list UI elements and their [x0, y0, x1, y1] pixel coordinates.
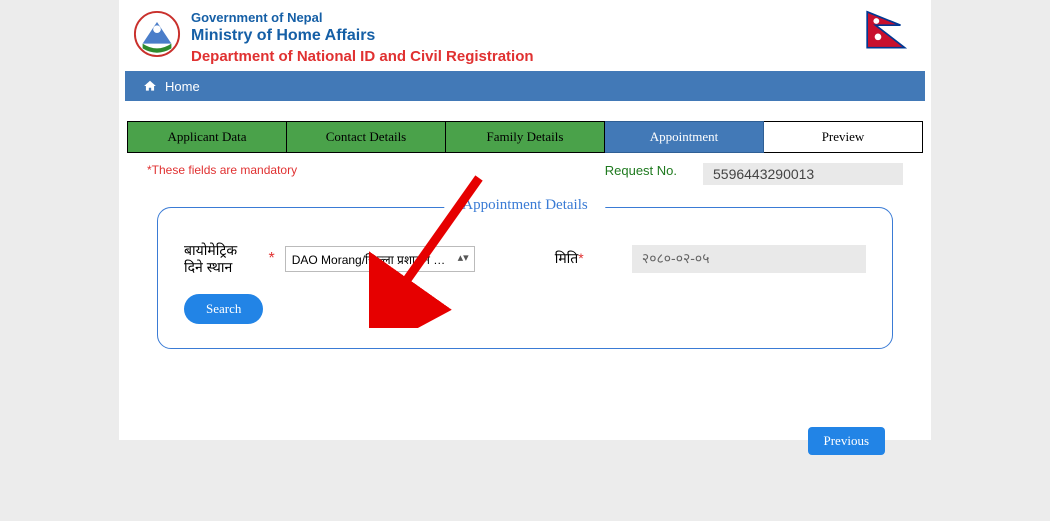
tab-appointment[interactable]: Appointment: [605, 121, 764, 153]
navbar: Home: [125, 71, 925, 101]
header-titles: Government of Nepal Ministry of Home Aff…: [191, 10, 917, 65]
date-input[interactable]: [632, 245, 866, 273]
form-row: बायोमेट्रिक दिने स्थान * DAO Morang/जिल्…: [184, 242, 866, 276]
emblem-icon: [133, 10, 181, 58]
mandatory-note: *These fields are mandatory: [147, 163, 605, 185]
nav-home[interactable]: Home: [165, 79, 200, 94]
required-star-2: *: [578, 250, 583, 266]
tab-contact-details[interactable]: Contact Details: [287, 121, 446, 153]
content: Applicant Data Contact Details Family De…: [119, 101, 931, 409]
location-select-wrap[interactable]: DAO Morang/जिल्ला प्रशासन कार्यालय ▴▾: [285, 246, 475, 272]
header: Government of Nepal Ministry of Home Aff…: [119, 0, 931, 71]
tab-preview[interactable]: Preview: [764, 121, 923, 153]
location-select[interactable]: DAO Morang/जिल्ला प्रशासन कार्यालय: [285, 246, 475, 272]
fieldset-wrap: Appointment Details बायोमेट्रिक दिने स्थ…: [127, 207, 923, 409]
bottom-bar: Previous: [157, 349, 893, 409]
mandatory-row: *These fields are mandatory Request No. …: [127, 153, 923, 185]
search-button[interactable]: Search: [184, 294, 263, 324]
page: Government of Nepal Ministry of Home Aff…: [119, 0, 931, 440]
home-icon[interactable]: [143, 79, 157, 93]
department-line: Department of National ID and Civil Regi…: [191, 48, 917, 65]
gov-line: Government of Nepal: [191, 10, 917, 25]
fieldset-legend: Appointment Details: [444, 197, 605, 214]
tab-family-details[interactable]: Family Details: [446, 121, 605, 153]
tabs: Applicant Data Contact Details Family De…: [127, 121, 923, 153]
date-label-text: मिति: [555, 250, 579, 266]
nepal-flag-icon: [863, 10, 913, 52]
tab-applicant-data[interactable]: Applicant Data: [127, 121, 287, 153]
appointment-fieldset: Appointment Details बायोमेट्रिक दिने स्थ…: [157, 207, 893, 349]
request-label: Request No.: [605, 163, 677, 185]
request-value: 5596443290013: [703, 163, 903, 185]
location-label: बायोमेट्रिक दिने स्थान: [184, 242, 258, 276]
required-star: *: [268, 250, 274, 268]
previous-button[interactable]: Previous: [808, 427, 886, 455]
date-label: मिति*: [555, 249, 592, 268]
ministry-line: Ministry of Home Affairs: [191, 27, 917, 45]
